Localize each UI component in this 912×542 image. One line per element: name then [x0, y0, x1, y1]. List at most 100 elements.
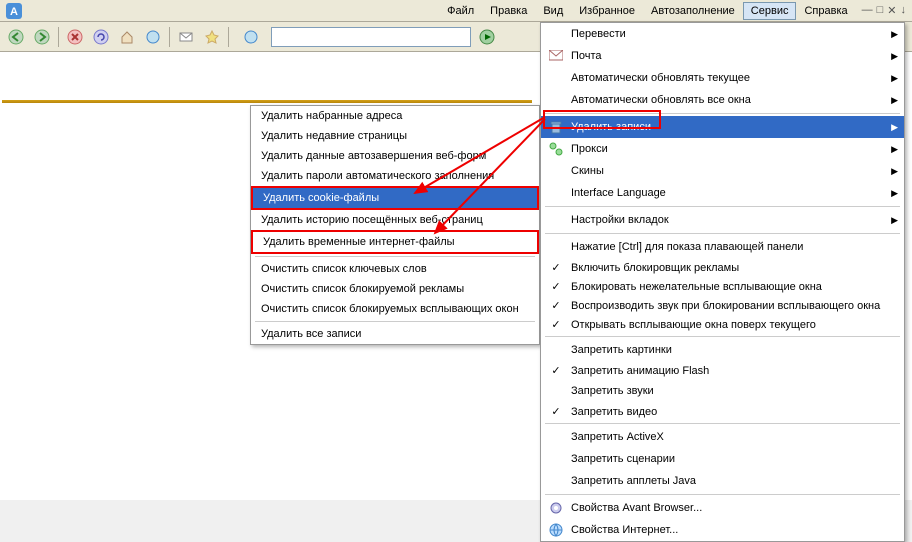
menu-item[interactable]: Свойства Avant Browser...	[541, 497, 904, 519]
check-icon: ✓	[547, 299, 565, 312]
menu-item[interactable]: Запретить звуки	[541, 380, 904, 402]
menu-item-label: Включить блокировщик рекламы	[571, 262, 888, 274]
submenu-arrow-icon: ▶	[888, 144, 898, 155]
submenu-item[interactable]: Удалить все записи	[251, 324, 539, 344]
submenu-arrow-icon: ▶	[888, 51, 898, 62]
submenu-item[interactable]: Очистить список ключевых слов	[251, 259, 539, 279]
blank-icon	[547, 26, 565, 42]
submenu-arrow-icon: ▶	[888, 29, 898, 40]
submenu-item[interactable]: Очистить список блокируемой рекламы	[251, 279, 539, 299]
submenu-item[interactable]: Удалить пароли автоматического заполнени…	[251, 166, 539, 186]
menu-item[interactable]: Скины▶	[541, 160, 904, 182]
menu-item[interactable]: Interface Language▶	[541, 182, 904, 204]
window-controls[interactable]: — □ ✕ ↓	[862, 4, 906, 17]
menu-item-label: Запретить анимацию Flash	[571, 365, 888, 377]
menu-item-label: Автоматически обновлять все окна	[571, 94, 888, 106]
globe-button[interactable]	[141, 25, 165, 49]
blank-icon	[547, 185, 565, 201]
proxy-icon	[547, 141, 565, 157]
submenu-item[interactable]: Удалить недавние страницы	[251, 126, 539, 146]
submenu-arrow-icon: ▶	[888, 95, 898, 106]
go-button[interactable]	[475, 25, 499, 49]
menu-item-label: Перевести	[571, 28, 888, 40]
menu-автозаполнение[interactable]: Автозаполнение	[643, 2, 743, 20]
address-input[interactable]	[271, 27, 471, 47]
menu-файл[interactable]: Файл	[439, 2, 482, 20]
menu-item-label: Запретить видео	[571, 406, 888, 418]
trash-icon	[547, 119, 565, 135]
menu-item-label: Скины	[571, 165, 888, 177]
blank-icon	[547, 451, 565, 467]
submenu-item[interactable]: Удалить набранные адреса	[251, 106, 539, 126]
blank-icon	[547, 70, 565, 86]
blank-icon	[547, 383, 565, 399]
submenu-item[interactable]: Удалить временные интернет-файлы	[251, 230, 539, 254]
gear-icon	[547, 500, 565, 516]
blank-icon	[547, 429, 565, 445]
menu-item[interactable]: ✓Открывать всплывающие окна поверх текущ…	[541, 315, 904, 334]
menu-сервис[interactable]: Сервис	[743, 2, 797, 20]
submenu-item[interactable]: Удалить историю посещённых веб-страниц	[251, 210, 539, 230]
menu-item[interactable]: ✓Запретить анимацию Flash	[541, 361, 904, 380]
dropdown-icon[interactable]: ↓	[901, 4, 907, 17]
menu-item-label: Открывать всплывающие окна поверх текуще…	[571, 319, 888, 331]
menu-item-label: Запретить сценарии	[571, 453, 888, 465]
check-icon: ✓	[547, 405, 565, 418]
refresh-button[interactable]	[89, 25, 113, 49]
menu-item[interactable]: Автоматически обновлять все окна▶	[541, 89, 904, 111]
menu-избранное[interactable]: Избранное	[571, 2, 643, 20]
menu-item-label: Настройки вкладок	[571, 214, 888, 226]
menubar: A ФайлПравкаВидИзбранноеАвтозаполнениеСе…	[0, 0, 912, 22]
menu-item[interactable]: Запретить картинки	[541, 339, 904, 361]
menu-item-label: Запретить звуки	[571, 385, 888, 397]
menu-item-label: Запретить апплеты Java	[571, 475, 888, 487]
menu-item-label: Запретить ActiveX	[571, 431, 888, 443]
back-button[interactable]	[4, 25, 28, 49]
menu-item[interactable]: Запретить ActiveX	[541, 426, 904, 448]
menu-item[interactable]: ✓Воспроизводить звук при блокировании вс…	[541, 296, 904, 315]
menu-item[interactable]: Перевести▶	[541, 23, 904, 45]
stop-button[interactable]	[63, 25, 87, 49]
minimize-icon[interactable]: —	[862, 4, 873, 17]
menu-item[interactable]: ✓Блокировать нежелательные всплывающие о…	[541, 277, 904, 296]
menu-правка[interactable]: Правка	[482, 2, 535, 20]
menu-item[interactable]: Запретить апплеты Java	[541, 470, 904, 492]
menu-item-label: Запретить картинки	[571, 344, 888, 356]
close-icon[interactable]: ✕	[887, 4, 896, 17]
menu-item[interactable]: Настройки вкладок▶	[541, 209, 904, 231]
service-menu-dropdown: Перевести▶Почта▶Автоматически обновлять …	[540, 22, 905, 542]
submenu-arrow-icon: ▶	[888, 73, 898, 84]
submenu-arrow-icon: ▶	[888, 188, 898, 199]
fav-button[interactable]	[200, 25, 224, 49]
menu-вид[interactable]: Вид	[535, 2, 571, 20]
menu-item[interactable]: ✓ Запретить видео	[541, 402, 904, 421]
menu-item[interactable]: Удалить записи▶	[541, 116, 904, 138]
menu-справка[interactable]: Справка	[796, 2, 855, 20]
forward-button[interactable]	[30, 25, 54, 49]
mail-icon	[547, 48, 565, 64]
app-icon: A	[4, 1, 24, 21]
menu-item[interactable]: Запретить сценарии	[541, 448, 904, 470]
menu-item-label: Нажатие [Ctrl] для показа плавающей пане…	[571, 241, 888, 253]
svg-text:A: A	[10, 6, 18, 18]
menu-item-label: Свойства Avant Browser...	[571, 502, 888, 514]
menu-item-label: Блокировать нежелательные всплывающие ок…	[571, 281, 888, 293]
submenu-item[interactable]: Удалить cookie-файлы	[251, 186, 539, 210]
menu-item-label: Почта	[571, 50, 888, 62]
menu-item-label: Автоматически обновлять текущее	[571, 72, 888, 84]
submenu-item[interactable]: Очистить список блокируемых всплывающих …	[251, 299, 539, 319]
delete-records-submenu: Удалить набранные адресаУдалить недавние…	[250, 105, 540, 345]
menu-item[interactable]: ✓ Включить блокировщик рекламы	[541, 258, 904, 277]
menu-item[interactable]: Прокси▶	[541, 138, 904, 160]
blank-icon	[547, 473, 565, 489]
submenu-item[interactable]: Удалить данные автозавершения веб-форм	[251, 146, 539, 166]
blank-icon	[547, 92, 565, 108]
menu-item[interactable]: Автоматически обновлять текущее▶	[541, 67, 904, 89]
mail-button[interactable]	[174, 25, 198, 49]
menu-item[interactable]: Нажатие [Ctrl] для показа плавающей пане…	[541, 236, 904, 258]
home-button[interactable]	[115, 25, 139, 49]
check-icon: ✓	[547, 261, 565, 274]
menu-item[interactable]: Свойства Интернет...	[541, 519, 904, 541]
menu-item[interactable]: Почта▶	[541, 45, 904, 67]
maximize-icon[interactable]: □	[877, 4, 884, 17]
